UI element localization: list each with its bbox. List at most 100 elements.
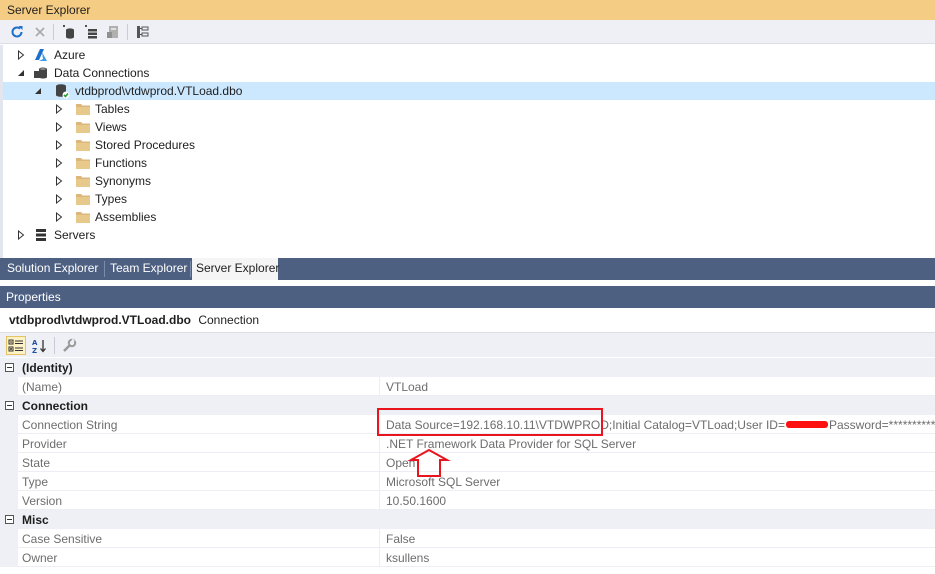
properties-object-selector[interactable]: vtdbprod\vtdwprod.VTLoad.dbo Connection — [0, 309, 935, 331]
property-name: Owner — [18, 548, 379, 567]
property-row[interactable]: State Open — [0, 453, 935, 472]
toolbar-separator — [53, 24, 54, 40]
tree-item-data-connections[interactable]: Data Connections — [3, 64, 935, 82]
tab-server-explorer[interactable]: Server Explorer — [192, 258, 279, 280]
tree-item-vtload-connection[interactable]: vtdbprod\vtdwprod.VTLoad.dbo — [3, 82, 935, 100]
tree-item-azure[interactable]: Azure — [3, 46, 935, 64]
property-name: State — [18, 453, 379, 472]
tree-item-label: Functions — [95, 156, 148, 170]
property-row[interactable]: Type Microsoft SQL Server — [0, 472, 935, 491]
object-type: Connection — [198, 313, 260, 327]
property-row[interactable]: (Name) VTLoad — [0, 377, 935, 396]
connect-to-azure-icon[interactable] — [105, 24, 121, 40]
category-label: (Identity) — [22, 361, 73, 375]
property-name: Connection String — [18, 415, 379, 434]
property-name: Case Sensitive — [18, 529, 379, 548]
tree-item-label: Servers — [54, 228, 96, 242]
tree-item-assemblies[interactable]: Assemblies — [3, 208, 935, 226]
property-row[interactable]: Provider .NET Framework Data Provider fo… — [0, 434, 935, 453]
folder-icon — [75, 119, 91, 135]
expand-icon[interactable] — [17, 230, 25, 240]
tab-team-explorer[interactable]: Team Explorer — [106, 258, 191, 280]
property-value[interactable]: False — [379, 529, 935, 548]
property-pages-icon[interactable] — [59, 336, 79, 355]
property-value[interactable]: Data Source=192.168.10.11\VTDWPROD;Initi… — [379, 415, 935, 434]
tree-item-types[interactable]: Types — [3, 190, 935, 208]
expand-icon[interactable] — [17, 50, 25, 60]
sharepoint-icon[interactable] — [135, 24, 151, 40]
tree-item-synonyms[interactable]: Synonyms — [3, 172, 935, 190]
object-name: vtdbprod\vtdwprod.VTLoad.dbo — [9, 313, 191, 327]
connection-string-part1: Data Source=192.168.10.11\VTDWPROD;Initi… — [386, 418, 785, 432]
tree-item-label: Views — [95, 120, 127, 134]
expand-icon[interactable] — [55, 212, 63, 222]
connect-to-database-icon[interactable] — [60, 24, 76, 40]
connection-string-part2: Password=*********** — [828, 418, 935, 432]
category-identity[interactable]: (Identity) — [0, 358, 935, 377]
collapse-category-icon[interactable] — [5, 515, 14, 524]
property-name: Provider — [18, 434, 379, 453]
tree-item-stored-procedures[interactable]: Stored Procedures — [3, 136, 935, 154]
properties-title: Properties — [0, 286, 935, 308]
expand-icon[interactable] — [55, 140, 63, 150]
server-explorer-title: Server Explorer — [0, 0, 935, 20]
servers-icon — [33, 227, 49, 243]
category-label: Connection — [22, 399, 88, 413]
folder-icon — [75, 173, 91, 189]
tree-item-label: Data Connections — [54, 66, 150, 80]
folder-icon — [75, 209, 91, 225]
expand-icon[interactable] — [55, 176, 63, 186]
connect-to-server-icon[interactable] — [82, 24, 98, 40]
category-misc[interactable]: Misc — [0, 510, 935, 529]
property-value[interactable]: 10.50.1600 — [379, 491, 935, 510]
property-value[interactable]: ksullens — [379, 548, 935, 567]
categorized-icon[interactable] — [6, 336, 26, 355]
tree-item-label: Synonyms — [95, 174, 152, 188]
property-grid: (Identity) (Name) VTLoad Connection Conn… — [0, 357, 935, 574]
toolbar-separator — [127, 24, 128, 40]
property-value[interactable]: Microsoft SQL Server — [379, 472, 935, 491]
folder-icon — [75, 191, 91, 207]
category-connection[interactable]: Connection — [0, 396, 935, 415]
folder-icon — [75, 155, 91, 171]
property-name: Type — [18, 472, 379, 491]
refresh-icon[interactable] — [9, 24, 25, 40]
property-value[interactable]: .NET Framework Data Provider for SQL Ser… — [379, 434, 935, 453]
tree-item-label: Assemblies — [95, 210, 157, 224]
tree-item-label: Stored Procedures — [95, 138, 196, 152]
svg-text:A: A — [32, 339, 38, 347]
expand-icon[interactable] — [55, 194, 63, 204]
expand-icon[interactable] — [55, 104, 63, 114]
tree-item-tables[interactable]: Tables — [3, 100, 935, 118]
collapse-category-icon[interactable] — [5, 363, 14, 372]
svg-text:Z: Z — [32, 347, 37, 354]
tool-window-tabs: Solution Explorer Team Explorer Server E… — [0, 258, 935, 280]
redacted-user-id — [785, 419, 829, 429]
tree-item-label: Types — [95, 192, 128, 206]
folder-icon — [75, 137, 91, 153]
tree-item-label: Azure — [54, 48, 86, 62]
tab-solution-explorer[interactable]: Solution Explorer — [3, 258, 102, 280]
alphabetical-icon[interactable]: AZ — [29, 336, 49, 355]
properties-toolbar: AZ — [0, 332, 935, 357]
property-row-connection-string[interactable]: Connection String Data Source=192.168.10… — [0, 415, 935, 434]
stop-icon[interactable] — [32, 24, 48, 40]
tree-item-label: vtdbprod\vtdwprod.VTLoad.dbo — [75, 84, 243, 98]
property-row[interactable]: Case Sensitive False — [0, 529, 935, 548]
tree-item-servers[interactable]: Servers — [3, 226, 935, 244]
tree-item-functions[interactable]: Functions — [3, 154, 935, 172]
property-row[interactable]: Owner ksullens — [0, 548, 935, 567]
property-name: (Name) — [18, 377, 379, 396]
toolbar-separator — [54, 337, 55, 354]
folder-icon — [75, 101, 91, 117]
collapse-category-icon[interactable] — [5, 401, 14, 410]
property-value[interactable]: VTLoad — [379, 377, 935, 396]
expand-icon[interactable] — [55, 122, 63, 132]
property-row[interactable]: Version 10.50.1600 — [0, 491, 935, 510]
tree-item-views[interactable]: Views — [3, 118, 935, 136]
property-value[interactable]: Open — [379, 453, 935, 472]
collapse-icon[interactable] — [17, 68, 25, 78]
expand-icon[interactable] — [55, 158, 63, 168]
data-connections-icon — [33, 65, 49, 81]
collapse-icon[interactable] — [34, 86, 42, 96]
